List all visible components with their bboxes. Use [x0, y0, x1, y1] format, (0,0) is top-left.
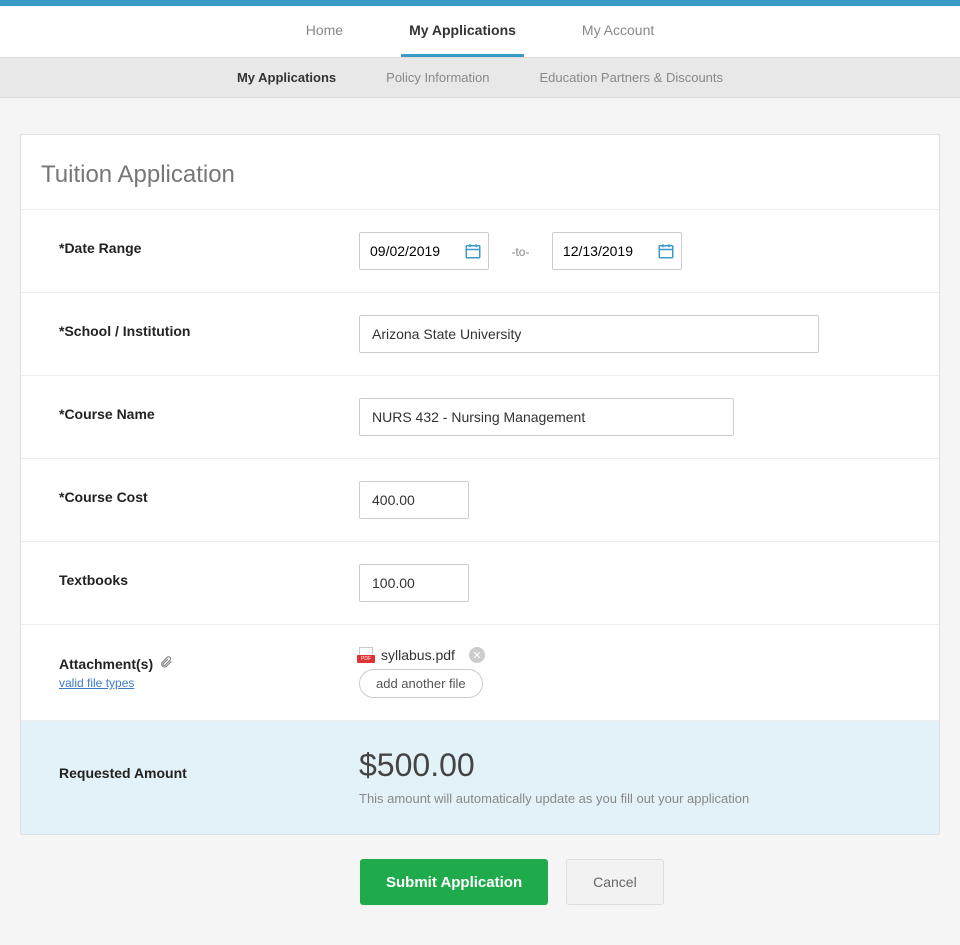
label-textbooks: Textbooks — [59, 564, 359, 588]
card-header: Tuition Application — [21, 135, 939, 210]
cancel-button[interactable]: Cancel — [566, 859, 664, 905]
course-name-input[interactable] — [359, 398, 734, 436]
attached-file-row: syllabus.pdf ✕ — [359, 647, 915, 663]
paperclip-icon — [159, 655, 173, 672]
requested-amount-note: This amount will automatically update as… — [359, 790, 759, 808]
submit-button[interactable]: Submit Application — [360, 859, 548, 905]
row-requested-amount: Requested Amount $500.00 This amount wil… — [21, 721, 939, 834]
date-end-wrap — [552, 232, 682, 270]
row-textbooks: Textbooks — [21, 542, 939, 625]
label-school: *School / Institution — [59, 315, 359, 339]
row-course-cost: *Course Cost — [21, 459, 939, 542]
course-cost-input[interactable] — [359, 481, 469, 519]
page-title: Tuition Application — [41, 161, 915, 189]
row-attachments: Attachment(s) valid file types syllabus.… — [21, 625, 939, 721]
date-start-wrap — [359, 232, 489, 270]
add-another-file-button[interactable]: add another file — [359, 669, 483, 698]
calendar-icon[interactable] — [458, 233, 488, 269]
secondary-nav: My Applications Policy Information Educa… — [0, 58, 960, 98]
date-start-input[interactable] — [360, 233, 458, 269]
nav-home[interactable]: Home — [298, 6, 351, 57]
date-end-input[interactable] — [553, 233, 651, 269]
application-card: Tuition Application *Date Range -to- — [20, 134, 940, 835]
date-range-separator: -to- — [511, 245, 529, 259]
label-course-name: *Course Name — [59, 398, 359, 422]
valid-file-types-link[interactable]: valid file types — [59, 676, 359, 690]
remove-file-icon[interactable]: ✕ — [469, 647, 485, 663]
attached-file-name: syllabus.pdf — [381, 647, 455, 663]
row-course-name: *Course Name — [21, 376, 939, 459]
requested-amount-value: $500.00 — [359, 747, 915, 784]
nav-my-applications[interactable]: My Applications — [401, 6, 524, 57]
subnav-my-applications[interactable]: My Applications — [237, 70, 336, 85]
calendar-icon[interactable] — [651, 233, 681, 269]
label-date-range: *Date Range — [59, 232, 359, 256]
subnav-policy-information[interactable]: Policy Information — [386, 70, 489, 85]
textbooks-input[interactable] — [359, 564, 469, 602]
label-course-cost: *Course Cost — [59, 481, 359, 505]
form-actions: Submit Application Cancel — [20, 835, 940, 905]
nav-my-account[interactable]: My Account — [574, 6, 662, 57]
pdf-icon — [359, 647, 373, 663]
attachments-label-text: Attachment(s) — [59, 656, 153, 672]
subnav-education-partners[interactable]: Education Partners & Discounts — [539, 70, 723, 85]
row-school: *School / Institution — [21, 293, 939, 376]
label-attachments: Attachment(s) — [59, 655, 359, 672]
school-input[interactable] — [359, 315, 819, 353]
label-requested-amount: Requested Amount — [59, 747, 359, 781]
row-date-range: *Date Range -to- — [21, 210, 939, 293]
primary-nav: Home My Applications My Account — [0, 6, 960, 58]
